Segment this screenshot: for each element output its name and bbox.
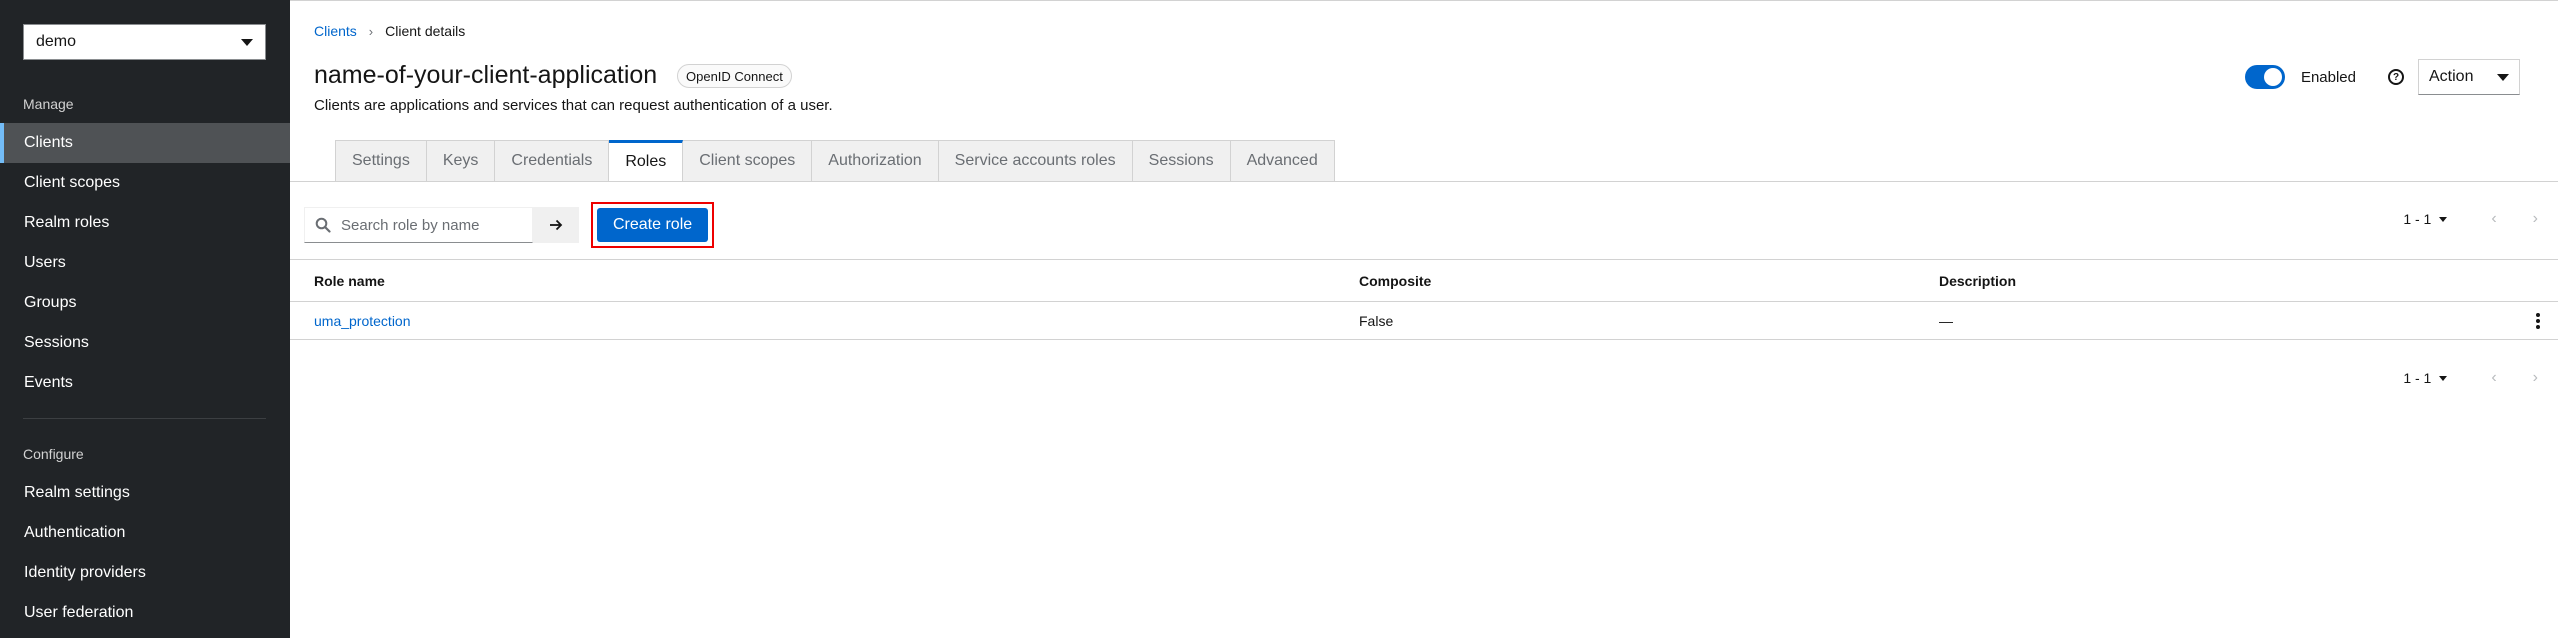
chevron-left-icon[interactable]: ‹: [2491, 210, 2496, 228]
create-role-highlight: Create role: [591, 202, 715, 248]
sidebar-item-realm-roles[interactable]: Realm roles: [0, 203, 290, 243]
role-description-value: —: [1939, 312, 1953, 329]
tab-settings[interactable]: Settings: [335, 140, 427, 182]
sidebar-item-users[interactable]: Users: [0, 243, 290, 283]
enabled-label: Enabled: [2300, 68, 2356, 86]
action-label: Action: [2429, 68, 2474, 85]
tab-roles[interactable]: Roles: [609, 140, 684, 182]
kebab-menu-icon[interactable]: [2536, 312, 2540, 329]
table-header: Role name Composite Description: [290, 259, 2558, 302]
breadcrumb-clients-link[interactable]: Clients: [314, 23, 357, 39]
enabled-toggle[interactable]: [2244, 65, 2285, 89]
column-header-composite[interactable]: Composite: [1359, 273, 1431, 289]
tab-bar: Settings Keys Credentials Roles Client s…: [335, 140, 1335, 182]
main-content: Clients › Client details name-of-your-cl…: [290, 0, 2558, 638]
chevron-left-icon[interactable]: ‹: [2491, 369, 2496, 387]
help-icon[interactable]: ?: [2388, 69, 2404, 85]
sidebar-item-user-federation[interactable]: User federation: [0, 593, 290, 633]
nav-section-configure: Configure: [23, 446, 84, 462]
tab-authorization[interactable]: Authorization: [812, 140, 939, 182]
breadcrumb-current: Client details: [385, 23, 466, 39]
pagination-top: 1 - 1 ‹ ›: [2403, 210, 2538, 228]
sidebar: demo Manage Clients Client scopes Realm …: [0, 0, 290, 638]
caret-down-icon: [241, 38, 253, 46]
nav-divider: [23, 418, 266, 419]
tab-keys[interactable]: Keys: [426, 140, 496, 182]
tab-client-scopes[interactable]: Client scopes: [683, 140, 813, 182]
sidebar-item-clients[interactable]: Clients: [0, 123, 290, 163]
caret-down-icon: [2439, 375, 2448, 381]
chevron-right-icon: ›: [368, 23, 374, 39]
page-description: Clients are applications and services th…: [314, 97, 833, 114]
chevron-right-icon[interactable]: ›: [2533, 210, 2538, 228]
sidebar-item-client-scopes[interactable]: Client scopes: [0, 163, 290, 203]
breadcrumb: Clients › Client details: [314, 23, 465, 39]
search-box: [304, 207, 533, 243]
search-input[interactable]: [341, 216, 521, 234]
caret-down-icon: [2497, 73, 2509, 81]
tab-service-accounts-roles[interactable]: Service accounts roles: [938, 140, 1133, 182]
header-actions: Enabled ? Action: [2244, 59, 2520, 95]
tab-sessions[interactable]: Sessions: [1132, 140, 1231, 182]
sidebar-item-realm-settings[interactable]: Realm settings: [0, 473, 290, 513]
pagination-range: 1 - 1: [2403, 370, 2432, 386]
column-header-description[interactable]: Description: [1939, 273, 2016, 289]
tab-advanced[interactable]: Advanced: [1230, 140, 1335, 182]
sidebar-item-sessions[interactable]: Sessions: [0, 323, 290, 363]
caret-down-icon: [2439, 216, 2448, 222]
chevron-right-icon[interactable]: ›: [2533, 369, 2538, 387]
pagination-range-dropdown[interactable]: 1 - 1: [2403, 370, 2448, 386]
pagination-bottom: 1 - 1 ‹ ›: [2403, 369, 2538, 387]
tab-credentials[interactable]: Credentials: [495, 140, 610, 182]
search-icon: [315, 217, 331, 233]
nav-section-manage: Manage: [23, 96, 74, 112]
tabs-divider: [290, 181, 2558, 182]
role-composite-value: False: [1359, 312, 1394, 329]
sidebar-item-authentication[interactable]: Authentication: [0, 513, 290, 553]
column-header-role-name[interactable]: Role name: [314, 273, 385, 289]
pagination-range-dropdown[interactable]: 1 - 1: [2403, 211, 2448, 227]
toolbar: Create role: [304, 202, 715, 248]
role-name-link[interactable]: uma_protection: [314, 313, 411, 329]
create-role-button[interactable]: Create role: [597, 208, 709, 242]
search-submit-button[interactable]: [533, 207, 579, 243]
pagination-range: 1 - 1: [2403, 211, 2432, 227]
arrow-right-icon: [550, 219, 563, 231]
roles-table: Role name Composite Description uma_prot…: [290, 259, 2558, 340]
realm-name: demo: [36, 33, 77, 50]
action-dropdown[interactable]: Action: [2418, 59, 2520, 95]
sidebar-item-events[interactable]: Events: [0, 363, 290, 403]
sidebar-item-identity-providers[interactable]: Identity providers: [0, 553, 290, 593]
protocol-badge: OpenID Connect: [677, 64, 792, 88]
table-row: uma_protection False —: [290, 302, 2558, 340]
page-title: name-of-your-client-application: [314, 61, 658, 89]
realm-selector[interactable]: demo: [23, 24, 266, 60]
sidebar-item-groups[interactable]: Groups: [0, 283, 290, 323]
